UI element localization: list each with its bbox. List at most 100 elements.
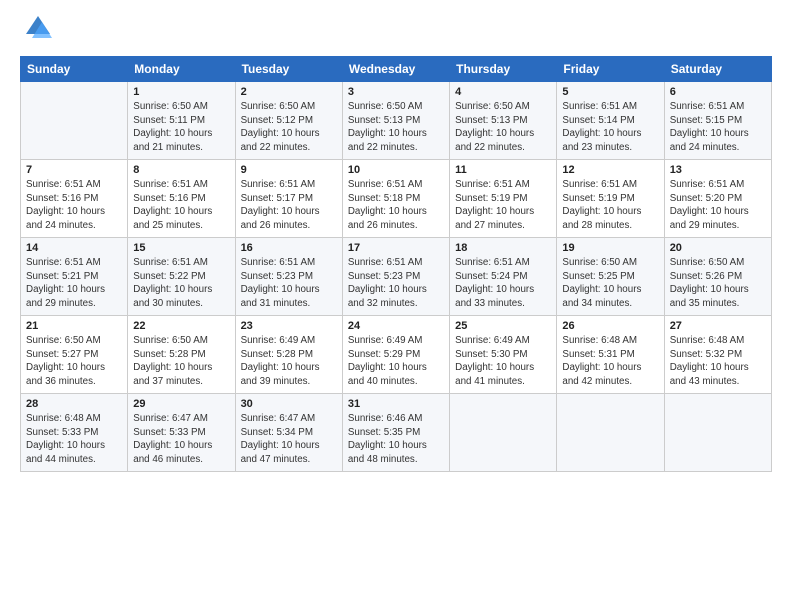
day-number: 24 (348, 320, 444, 332)
day-cell: 7Sunrise: 6:51 AM Sunset: 5:16 PM Daylig… (21, 160, 128, 238)
day-cell: 12 Sunrise: 6:51 AM Sunset: 5:19 PM Dayli… (557, 160, 664, 238)
day-cell: 9 Sunrise: 6:51 AM Sunset: 5:17 PM Daylig… (235, 160, 342, 238)
day-info: Sunrise: 6:49 AM Sunset: 5:30 PM Dayligh… (455, 334, 551, 389)
day-number: 7 (26, 164, 122, 176)
day-cell: 14 Sunrise: 6:51 AM Sunset: 5:21 PM Dayli… (21, 238, 128, 316)
col-header-tuesday: Tuesday (235, 57, 342, 82)
day-cell: 15 Sunrise: 6:51 AM Sunset: 5:22 PM Dayli… (128, 238, 235, 316)
logo-icon (24, 14, 52, 42)
day-number: 26 (562, 320, 658, 332)
day-cell: 22Sunrise: 6:50 AM Sunset: 5:28 PM Dayli… (128, 316, 235, 394)
day-number: 1 (133, 86, 229, 98)
page: SundayMondayTuesdayWednesdayThursdayFrid… (0, 0, 792, 612)
day-cell: 6 Sunrise: 6:51 AM Sunset: 5:15 PM Daylig… (664, 82, 771, 160)
week-row-1: 1 Sunrise: 6:50 AM Sunset: 5:11 PM Daylig… (21, 82, 772, 160)
header (20, 18, 772, 46)
day-info: Sunrise: 6:50 AM Sunset: 5:28 PM Dayligh… (133, 334, 229, 389)
header-row: SundayMondayTuesdayWednesdayThursdayFrid… (21, 57, 772, 82)
day-cell: 23 Sunrise: 6:49 AM Sunset: 5:28 PM Dayli… (235, 316, 342, 394)
day-info: Sunrise: 6:50 AM Sunset: 5:13 PM Dayligh… (348, 100, 444, 155)
day-number: 29 (133, 398, 229, 410)
day-info: Sunrise: 6:50 AM Sunset: 5:26 PM Dayligh… (670, 256, 766, 311)
day-number: 8 (133, 164, 229, 176)
day-info: Sunrise: 6:51 AM Sunset: 5:17 PM Dayligh… (241, 178, 337, 233)
day-cell: 16 Sunrise: 6:51 AM Sunset: 5:23 PM Dayli… (235, 238, 342, 316)
day-cell: 4 Sunrise: 6:50 AM Sunset: 5:13 PM Daylig… (450, 82, 557, 160)
day-number: 10 (348, 164, 444, 176)
day-info: Sunrise: 6:47 AM Sunset: 5:34 PM Dayligh… (241, 412, 337, 467)
day-number: 13 (670, 164, 766, 176)
day-number: 9 (241, 164, 337, 176)
day-info: Sunrise: 6:48 AM Sunset: 5:31 PM Dayligh… (562, 334, 658, 389)
day-info: Sunrise: 6:50 AM Sunset: 5:25 PM Dayligh… (562, 256, 658, 311)
day-cell (450, 394, 557, 472)
day-cell: 27 Sunrise: 6:48 AM Sunset: 5:32 PM Dayli… (664, 316, 771, 394)
day-cell: 28Sunrise: 6:48 AM Sunset: 5:33 PM Dayli… (21, 394, 128, 472)
day-number: 14 (26, 242, 122, 254)
day-number: 20 (670, 242, 766, 254)
day-cell: 10 Sunrise: 6:51 AM Sunset: 5:18 PM Dayli… (342, 160, 449, 238)
day-info: Sunrise: 6:50 AM Sunset: 5:27 PM Dayligh… (26, 334, 122, 389)
day-info: Sunrise: 6:51 AM Sunset: 5:18 PM Dayligh… (348, 178, 444, 233)
day-cell: 20 Sunrise: 6:50 AM Sunset: 5:26 PM Dayli… (664, 238, 771, 316)
day-number: 4 (455, 86, 551, 98)
day-cell (664, 394, 771, 472)
day-cell: 11 Sunrise: 6:51 AM Sunset: 5:19 PM Dayli… (450, 160, 557, 238)
week-row-2: 7 Sunrise: 6:51 AM Sunset: 5:16 PM Daylig… (21, 160, 772, 238)
day-number: 5 (562, 86, 658, 98)
col-header-friday: Friday (557, 57, 664, 82)
day-info: Sunrise: 6:50 AM Sunset: 5:13 PM Dayligh… (455, 100, 551, 155)
day-number: 11 (455, 164, 551, 176)
week-row-5: 28Sunrise: 6:48 AM Sunset: 5:33 PM Dayli… (21, 394, 772, 472)
day-cell: 25 Sunrise: 6:49 AM Sunset: 5:30 PM Dayli… (450, 316, 557, 394)
day-number: 23 (241, 320, 337, 332)
day-info: Sunrise: 6:51 AM Sunset: 5:15 PM Dayligh… (670, 100, 766, 155)
day-number: 12 (562, 164, 658, 176)
day-cell: 2Sunrise: 6:50 AM Sunset: 5:12 PM Daylig… (235, 82, 342, 160)
day-info: Sunrise: 6:51 AM Sunset: 5:23 PM Dayligh… (241, 256, 337, 311)
day-number: 18 (455, 242, 551, 254)
day-info: Sunrise: 6:51 AM Sunset: 5:14 PM Dayligh… (562, 100, 658, 155)
day-cell: 8 Sunrise: 6:51 AM Sunset: 5:16 PM Daylig… (128, 160, 235, 238)
day-info: Sunrise: 6:48 AM Sunset: 5:33 PM Dayligh… (26, 412, 122, 467)
week-row-3: 14 Sunrise: 6:51 AM Sunset: 5:21 PM Dayli… (21, 238, 772, 316)
day-cell: 18 Sunrise: 6:51 AM Sunset: 5:24 PM Dayli… (450, 238, 557, 316)
col-header-wednesday: Wednesday (342, 57, 449, 82)
day-cell: 26 Sunrise: 6:48 AM Sunset: 5:31 PM Dayli… (557, 316, 664, 394)
day-number: 16 (241, 242, 337, 254)
day-number: 3 (348, 86, 444, 98)
day-info: Sunrise: 6:50 AM Sunset: 5:11 PM Dayligh… (133, 100, 229, 155)
day-cell: 31Sunrise: 6:46 AM Sunset: 5:35 PM Dayli… (342, 394, 449, 472)
day-info: Sunrise: 6:49 AM Sunset: 5:29 PM Dayligh… (348, 334, 444, 389)
day-info: Sunrise: 6:46 AM Sunset: 5:35 PM Dayligh… (348, 412, 444, 467)
day-cell: 30 Sunrise: 6:47 AM Sunset: 5:34 PM Dayli… (235, 394, 342, 472)
day-cell (21, 82, 128, 160)
day-info: Sunrise: 6:51 AM Sunset: 5:22 PM Dayligh… (133, 256, 229, 311)
day-info: Sunrise: 6:51 AM Sunset: 5:19 PM Dayligh… (562, 178, 658, 233)
day-info: Sunrise: 6:51 AM Sunset: 5:21 PM Dayligh… (26, 256, 122, 311)
col-header-monday: Monday (128, 57, 235, 82)
logo (20, 18, 52, 46)
day-cell: 13Sunrise: 6:51 AM Sunset: 5:20 PM Dayli… (664, 160, 771, 238)
day-number: 15 (133, 242, 229, 254)
col-header-sunday: Sunday (21, 57, 128, 82)
day-info: Sunrise: 6:51 AM Sunset: 5:19 PM Dayligh… (455, 178, 551, 233)
day-info: Sunrise: 6:49 AM Sunset: 5:28 PM Dayligh… (241, 334, 337, 389)
day-info: Sunrise: 6:51 AM Sunset: 5:24 PM Dayligh… (455, 256, 551, 311)
calendar-table: SundayMondayTuesdayWednesdayThursdayFrid… (20, 56, 772, 472)
col-header-saturday: Saturday (664, 57, 771, 82)
day-number: 30 (241, 398, 337, 410)
day-info: Sunrise: 6:51 AM Sunset: 5:16 PM Dayligh… (133, 178, 229, 233)
day-info: Sunrise: 6:50 AM Sunset: 5:12 PM Dayligh… (241, 100, 337, 155)
day-cell: 21Sunrise: 6:50 AM Sunset: 5:27 PM Dayli… (21, 316, 128, 394)
day-cell: 24 Sunrise: 6:49 AM Sunset: 5:29 PM Dayli… (342, 316, 449, 394)
day-cell: 3 Sunrise: 6:50 AM Sunset: 5:13 PM Daylig… (342, 82, 449, 160)
day-info: Sunrise: 6:51 AM Sunset: 5:23 PM Dayligh… (348, 256, 444, 311)
day-info: Sunrise: 6:48 AM Sunset: 5:32 PM Dayligh… (670, 334, 766, 389)
day-number: 27 (670, 320, 766, 332)
day-cell: 17Sunrise: 6:51 AM Sunset: 5:23 PM Dayli… (342, 238, 449, 316)
day-number: 25 (455, 320, 551, 332)
day-cell (557, 394, 664, 472)
day-cell: 29Sunrise: 6:47 AM Sunset: 5:33 PM Dayli… (128, 394, 235, 472)
day-number: 6 (670, 86, 766, 98)
